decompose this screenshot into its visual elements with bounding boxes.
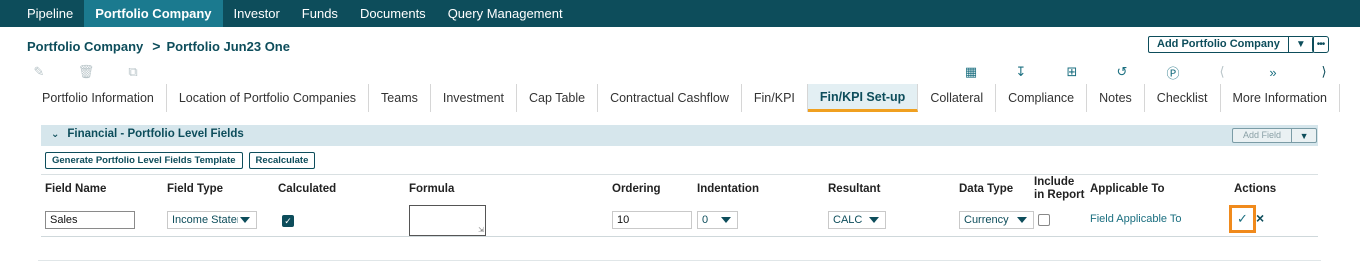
currency-icon[interactable]: Ⓟ bbox=[1165, 64, 1181, 81]
panel-title[interactable]: ⌄ Financial - Portfolio Level Fields bbox=[51, 128, 244, 140]
toolbar: ✎ 🗑 ⧉ ▦ ↧ ⊞ ↺ Ⓟ ⟨ » ⟩ bbox=[0, 62, 1360, 84]
chevron-down-icon[interactable]: ⌄ bbox=[51, 129, 59, 140]
tab-collateral[interactable]: Collateral bbox=[918, 84, 997, 112]
breadcrumb: Portfolio Company > Portfolio Jun23 One bbox=[27, 38, 290, 54]
tab-fin-kpi-setup[interactable]: Fin/KPI Set-up bbox=[807, 84, 919, 112]
resize-grip-icon[interactable]: ⇲ bbox=[478, 227, 484, 234]
data-type-select[interactable]: Currency bbox=[959, 211, 1034, 229]
col-calculated: Calculated bbox=[278, 183, 337, 195]
col-data-type: Data Type bbox=[959, 183, 1014, 195]
ordering-input[interactable]: 10 bbox=[612, 211, 692, 229]
col-field-type: Field Type bbox=[167, 183, 224, 195]
add-doc-icon[interactable]: ⊞ bbox=[1064, 64, 1080, 80]
field-applicable-to-link[interactable]: Field Applicable To bbox=[1090, 213, 1182, 225]
tab-investment[interactable]: Investment bbox=[431, 84, 518, 112]
indentation-value: 0 bbox=[702, 214, 709, 226]
top-nav: Pipeline Portfolio Company Investor Fund… bbox=[0, 0, 1360, 27]
chevron-down-icon bbox=[1017, 217, 1027, 223]
data-type-value: Currency bbox=[964, 214, 1009, 226]
ellipsis-icon[interactable]: ••• bbox=[1312, 36, 1329, 53]
chevron-down-icon bbox=[869, 217, 879, 223]
delete-icon[interactable]: 🗑 bbox=[78, 64, 95, 80]
panel-bottom-divider bbox=[38, 260, 1321, 261]
nav-query-management[interactable]: Query Management bbox=[437, 0, 574, 27]
generate-template-button[interactable]: Generate Portfolio Level Fields Template bbox=[45, 152, 243, 169]
cancel-row-icon[interactable]: × bbox=[1256, 210, 1264, 226]
calculated-checkbox[interactable]: ✓ bbox=[282, 215, 294, 227]
field-type-select[interactable]: Income Statement bbox=[167, 211, 257, 229]
chevron-down-icon bbox=[721, 217, 731, 223]
col-applicable-to: Applicable To bbox=[1090, 183, 1165, 195]
nav-investor[interactable]: Investor bbox=[223, 0, 291, 27]
tab-compliance[interactable]: Compliance bbox=[996, 84, 1088, 112]
nav-portfolio-company[interactable]: Portfolio Company bbox=[84, 0, 223, 27]
tab-location-of-portfolio-companies[interactable]: Location of Portfolio Companies bbox=[167, 84, 370, 112]
breadcrumb-root[interactable]: Portfolio Company bbox=[27, 39, 143, 54]
tab-checklist[interactable]: Checklist bbox=[1145, 84, 1221, 112]
prev-icon[interactable]: ⟨ bbox=[1214, 64, 1230, 80]
col-ordering: Ordering bbox=[612, 183, 661, 195]
tab-fin-kpi[interactable]: Fin/KPI bbox=[742, 84, 808, 112]
breadcrumb-separator: > bbox=[152, 38, 161, 54]
fast-forward-icon[interactable]: » bbox=[1265, 64, 1281, 80]
formula-textarea[interactable]: ⇲ bbox=[409, 205, 486, 236]
chevron-down-icon[interactable]: ▼ bbox=[1289, 37, 1313, 52]
indentation-select[interactable]: 0 bbox=[697, 211, 738, 229]
panel-title-text: Financial - Portfolio Level Fields bbox=[67, 128, 244, 140]
breadcrumb-current: Portfolio Jun23 One bbox=[166, 38, 290, 54]
col-actions: Actions bbox=[1234, 183, 1277, 195]
edit-icon[interactable]: ✎ bbox=[31, 64, 47, 80]
field-type-value: Income Statement bbox=[172, 214, 238, 226]
col-include-in-report: Include in Report bbox=[1034, 176, 1085, 201]
tab-bar: Portfolio Information Location of Portfo… bbox=[30, 84, 1340, 112]
col-formula: Formula bbox=[409, 183, 455, 195]
tab-teams[interactable]: Teams bbox=[369, 84, 431, 112]
breadcrumb-bar: Portfolio Company > Portfolio Jun23 One … bbox=[0, 27, 1360, 62]
next-icon[interactable]: ⟩ bbox=[1316, 64, 1332, 80]
table-divider bbox=[41, 174, 1318, 175]
tab-more-information[interactable]: More Information bbox=[1221, 84, 1340, 112]
nav-pipeline[interactable]: Pipeline bbox=[16, 0, 84, 27]
tab-cap-table[interactable]: Cap Table bbox=[517, 84, 599, 112]
table-row-divider bbox=[41, 236, 1318, 237]
add-field-button[interactable]: Add Field bbox=[1233, 129, 1293, 142]
panel-button-row: Generate Portfolio Level Fields Template… bbox=[45, 152, 316, 169]
nav-documents[interactable]: Documents bbox=[349, 0, 437, 27]
nav-funds[interactable]: Funds bbox=[291, 0, 349, 27]
tab-portfolio-information[interactable]: Portfolio Information bbox=[30, 84, 167, 112]
save-row-icon[interactable]: ✓ bbox=[1229, 205, 1256, 233]
recalculate-button[interactable]: Recalculate bbox=[248, 152, 316, 169]
resultant-value: CALC bbox=[833, 214, 863, 226]
add-portfolio-company-button[interactable]: Add Portfolio Company bbox=[1149, 37, 1289, 52]
history-icon[interactable]: ↺ bbox=[1114, 64, 1130, 80]
col-resultant: Resultant bbox=[828, 183, 881, 195]
field-name-input[interactable]: Sales bbox=[45, 211, 135, 229]
col-field-name: Field Name bbox=[45, 183, 107, 195]
calendar-import-icon[interactable]: ▦ bbox=[963, 64, 979, 80]
download-doc-icon[interactable]: ↧ bbox=[1013, 64, 1029, 80]
include-in-report-checkbox[interactable] bbox=[1038, 214, 1050, 226]
tab-notes[interactable]: Notes bbox=[1087, 84, 1145, 112]
add-portfolio-company-button-group: Add Portfolio Company ▼ bbox=[1148, 36, 1314, 53]
col-indentation: Indentation bbox=[697, 183, 759, 195]
panel-header: ⌄ Financial - Portfolio Level Fields Add… bbox=[41, 125, 1318, 146]
add-field-button-group: Add Field ▼ bbox=[1232, 128, 1318, 143]
resultant-select[interactable]: CALC bbox=[828, 211, 886, 229]
tab-contractual-cashflow[interactable]: Contractual Cashflow bbox=[598, 84, 742, 112]
copy-icon[interactable]: ⧉ bbox=[125, 64, 141, 80]
chevron-down-icon bbox=[240, 217, 250, 223]
chevron-down-icon[interactable]: ▼ bbox=[1292, 129, 1316, 142]
